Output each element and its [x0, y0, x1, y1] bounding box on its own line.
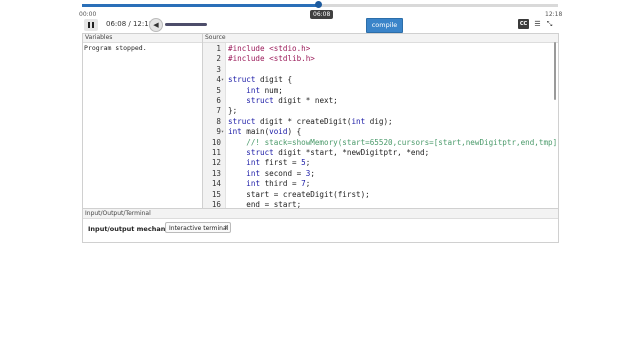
code-line[interactable]: 11 struct digit *start, *newDigitptr, *e… — [203, 148, 553, 158]
closed-captions-icon[interactable]: CC — [518, 19, 529, 29]
code-line[interactable]: 10 //! stack=showMemory(start=65520,curs… — [203, 137, 558, 148]
line-number: 7 — [216, 106, 221, 116]
line-number: 3 — [216, 64, 221, 74]
code-line[interactable]: 6 struct digit * next; — [203, 96, 553, 106]
program-status: Program stopped. — [84, 44, 147, 52]
code-text: int third = 7; — [246, 179, 311, 189]
volume-button[interactable]: ◀ — [149, 18, 163, 32]
code-text: start = createDigit(first); — [228, 189, 370, 199]
code-line[interactable]: 9 ▾ int main(void) { — [203, 127, 553, 137]
line-number: 11 — [211, 148, 221, 157]
line-number: 14 — [211, 179, 221, 189]
code-line[interactable]: 7}; — [203, 106, 553, 116]
code-text: int num; — [246, 85, 283, 95]
line-number: 4 — [216, 75, 221, 85]
code-text: int first = 5; — [246, 158, 311, 168]
code-text: //! stack=showMemory(start=65520,cursors… — [228, 137, 559, 147]
pause-icon — [88, 22, 90, 28]
fold-arrow-icon[interactable]: ▾ — [221, 127, 224, 137]
line-number: 13 — [211, 168, 221, 178]
code-text: struct digit * next; — [246, 96, 338, 105]
line-number: 9 — [216, 127, 221, 137]
time-start-label: 00:00 — [79, 11, 97, 18]
io-mechanism-select[interactable]: Interactive terminal ⇕ — [165, 222, 231, 233]
volume-slider[interactable] — [165, 23, 207, 26]
code-line[interactable]: 12 int first = 5; — [203, 158, 553, 168]
code-line[interactable]: 3 — [203, 65, 553, 75]
line-number: 10 — [211, 137, 221, 147]
code-text: struct digit * createDigit(int dig); — [228, 116, 393, 126]
source-panel: Source 1 #include <stdio.h> 2 #include <std… — [202, 33, 559, 209]
pause-button[interactable] — [84, 19, 98, 31]
fullscreen-icon[interactable]: ⤡ — [544, 19, 555, 29]
code-line[interactable]: 14 int third = 7; — [203, 179, 553, 189]
code-text: struct digit { — [228, 75, 293, 85]
select-arrows-icon: ⇕ — [223, 225, 228, 231]
timeline-track[interactable] — [82, 1, 558, 8]
source-scrollbar[interactable] — [554, 42, 556, 100]
variables-panel: Variables Program stopped. — [82, 33, 203, 209]
code-line[interactable]: 5 int num; — [203, 86, 553, 96]
io-panel: Input/Output/Terminal Input/output mecha… — [82, 208, 559, 243]
code-text: struct digit *start, *newDigitptr, *end; — [246, 148, 430, 157]
code-text: }; — [228, 106, 238, 116]
code-text: int main(void) { — [228, 127, 302, 137]
line-number: 15 — [211, 189, 221, 199]
code-line[interactable]: 2 #include <stdlib.h> — [203, 54, 553, 64]
menu-list-icon[interactable]: ☰ — [532, 19, 543, 29]
code-line[interactable]: 8 struct digit * createDigit(int dig); — [203, 117, 553, 127]
timeline-handle[interactable] — [315, 1, 323, 8]
variables-header: Variables — [83, 34, 202, 43]
playback-clock: 06:08 / 12:18 — [106, 20, 154, 28]
code-line[interactable]: 15 start = createDigit(first); — [203, 190, 553, 200]
line-number: 2 — [216, 54, 221, 64]
fold-arrow-icon[interactable]: ▾ — [221, 75, 224, 85]
line-number: 12 — [211, 158, 221, 168]
time-end-label: 12:18 — [545, 11, 563, 18]
line-number: 1 — [216, 44, 221, 53]
code-text: #include <stdlib.h> — [228, 54, 315, 64]
source-header: Source — [203, 34, 558, 43]
io-header: Input/Output/Terminal — [83, 209, 558, 219]
code-line[interactable]: 1 #include <stdio.h> — [203, 44, 553, 54]
code-editor[interactable]: 1 #include <stdio.h> 2 #include <stdlib.h> 3… — [203, 43, 558, 208]
code-line[interactable]: 4 ▾ struct digit { — [203, 75, 553, 85]
io-mechanism-value: Interactive terminal — [169, 225, 229, 232]
line-number: 6 — [216, 96, 221, 105]
code-text: int second = 3; — [246, 168, 315, 178]
compile-button[interactable]: compile — [366, 18, 403, 33]
code-text: #include <stdio.h> — [228, 44, 311, 53]
time-tooltip: 06:08 — [310, 10, 334, 19]
speaker-icon: ◀ — [153, 21, 159, 29]
timeline-progress — [82, 4, 319, 7]
line-number: 5 — [216, 85, 221, 95]
code-line[interactable]: 13 int second = 3; — [203, 169, 553, 179]
line-number: 8 — [216, 116, 221, 126]
